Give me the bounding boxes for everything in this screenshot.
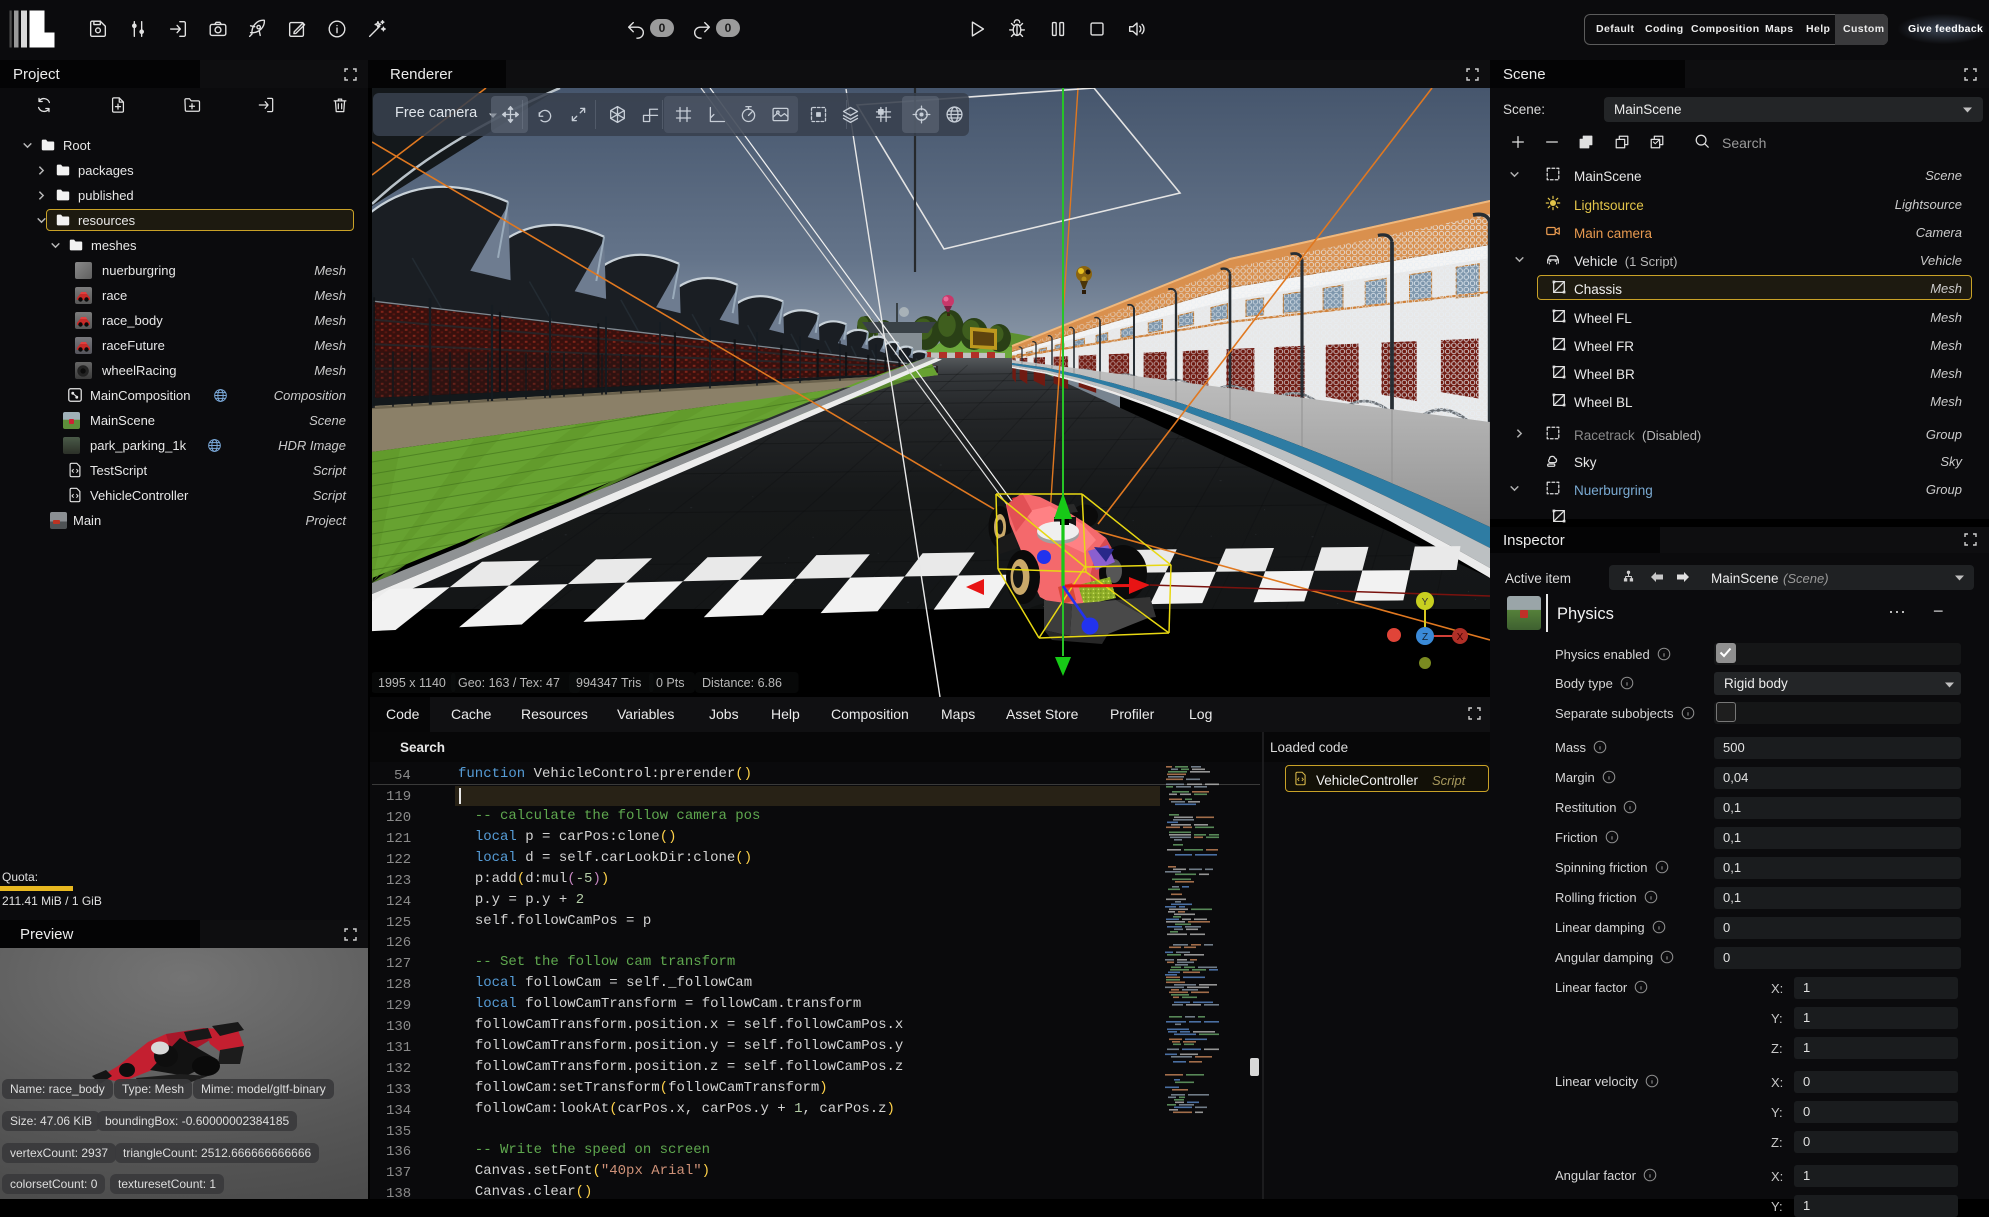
svg-text:0 Pts: 0 Pts — [656, 676, 685, 690]
svg-text:Distance: 6.86: Distance: 6.86 — [702, 676, 782, 690]
svg-text:Geo: 163 / Tex: 47: Geo: 163 / Tex: 47 — [458, 676, 560, 690]
svg-text:X: X — [1457, 632, 1464, 643]
svg-text:Z: Z — [1422, 632, 1428, 643]
svg-text:994347 Tris: 994347 Tris — [576, 676, 641, 690]
svg-text:Y: Y — [1422, 597, 1429, 608]
svg-text:1995 x 1140: 1995 x 1140 — [378, 676, 446, 690]
